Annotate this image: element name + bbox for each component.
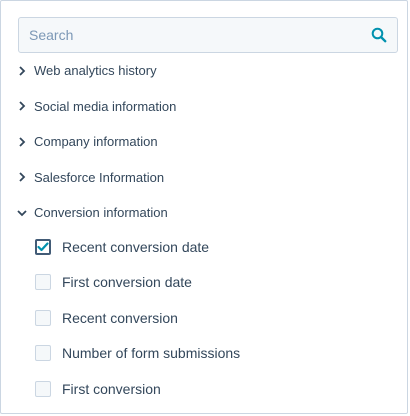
checkbox[interactable]: [35, 345, 51, 362]
option-label: Number of form submissions: [62, 345, 241, 362]
group-label: Web analytics history: [34, 63, 157, 79]
option-label: Recent conversion date: [62, 238, 210, 255]
option-recent-conversion-date[interactable]: Recent conversion date: [1, 229, 407, 265]
group-salesforce-information[interactable]: Salesforce Information: [1, 160, 407, 196]
chevron-right-icon: [17, 136, 27, 148]
option-label: First conversion: [62, 380, 161, 397]
option-label: First conversion date: [62, 274, 192, 291]
chevron-down-icon: [17, 207, 27, 219]
option-first-conversion-date[interactable]: First conversion date: [1, 265, 407, 301]
chevron-right-icon: [17, 65, 27, 77]
group-social-media-information[interactable]: Social media information: [1, 89, 407, 125]
checkbox[interactable]: [35, 274, 51, 291]
checkbox[interactable]: [35, 380, 51, 397]
checkbox[interactable]: [35, 309, 51, 326]
checkmark-icon: [37, 242, 49, 251]
group-label: Social media information: [34, 98, 177, 114]
property-groups: Web analytics history Social media infor…: [1, 53, 407, 231]
group-label: Conversion information: [34, 205, 168, 221]
conversion-options: Recent conversion date First conversion …: [1, 229, 407, 407]
checkbox-checked[interactable]: [35, 238, 51, 255]
chevron-right-icon: [17, 100, 27, 112]
group-conversion-information[interactable]: Conversion information: [1, 195, 407, 231]
search-icon[interactable]: [361, 18, 397, 52]
option-label: Recent conversion: [62, 309, 178, 326]
group-company-information[interactable]: Company information: [1, 124, 407, 160]
search-box: [18, 17, 398, 53]
group-label: Company information: [34, 134, 158, 150]
group-label: Salesforce Information: [34, 169, 165, 185]
option-first-conversion[interactable]: First conversion: [1, 371, 407, 407]
chevron-right-icon: [17, 171, 27, 183]
group-web-analytics-history[interactable]: Web analytics history: [1, 53, 407, 89]
option-number-of-form-submissions[interactable]: Number of form submissions: [1, 336, 407, 372]
search-input[interactable]: [19, 18, 361, 52]
option-recent-conversion[interactable]: Recent conversion: [1, 300, 407, 336]
property-selector-panel: Web analytics history Social media infor…: [0, 0, 408, 414]
